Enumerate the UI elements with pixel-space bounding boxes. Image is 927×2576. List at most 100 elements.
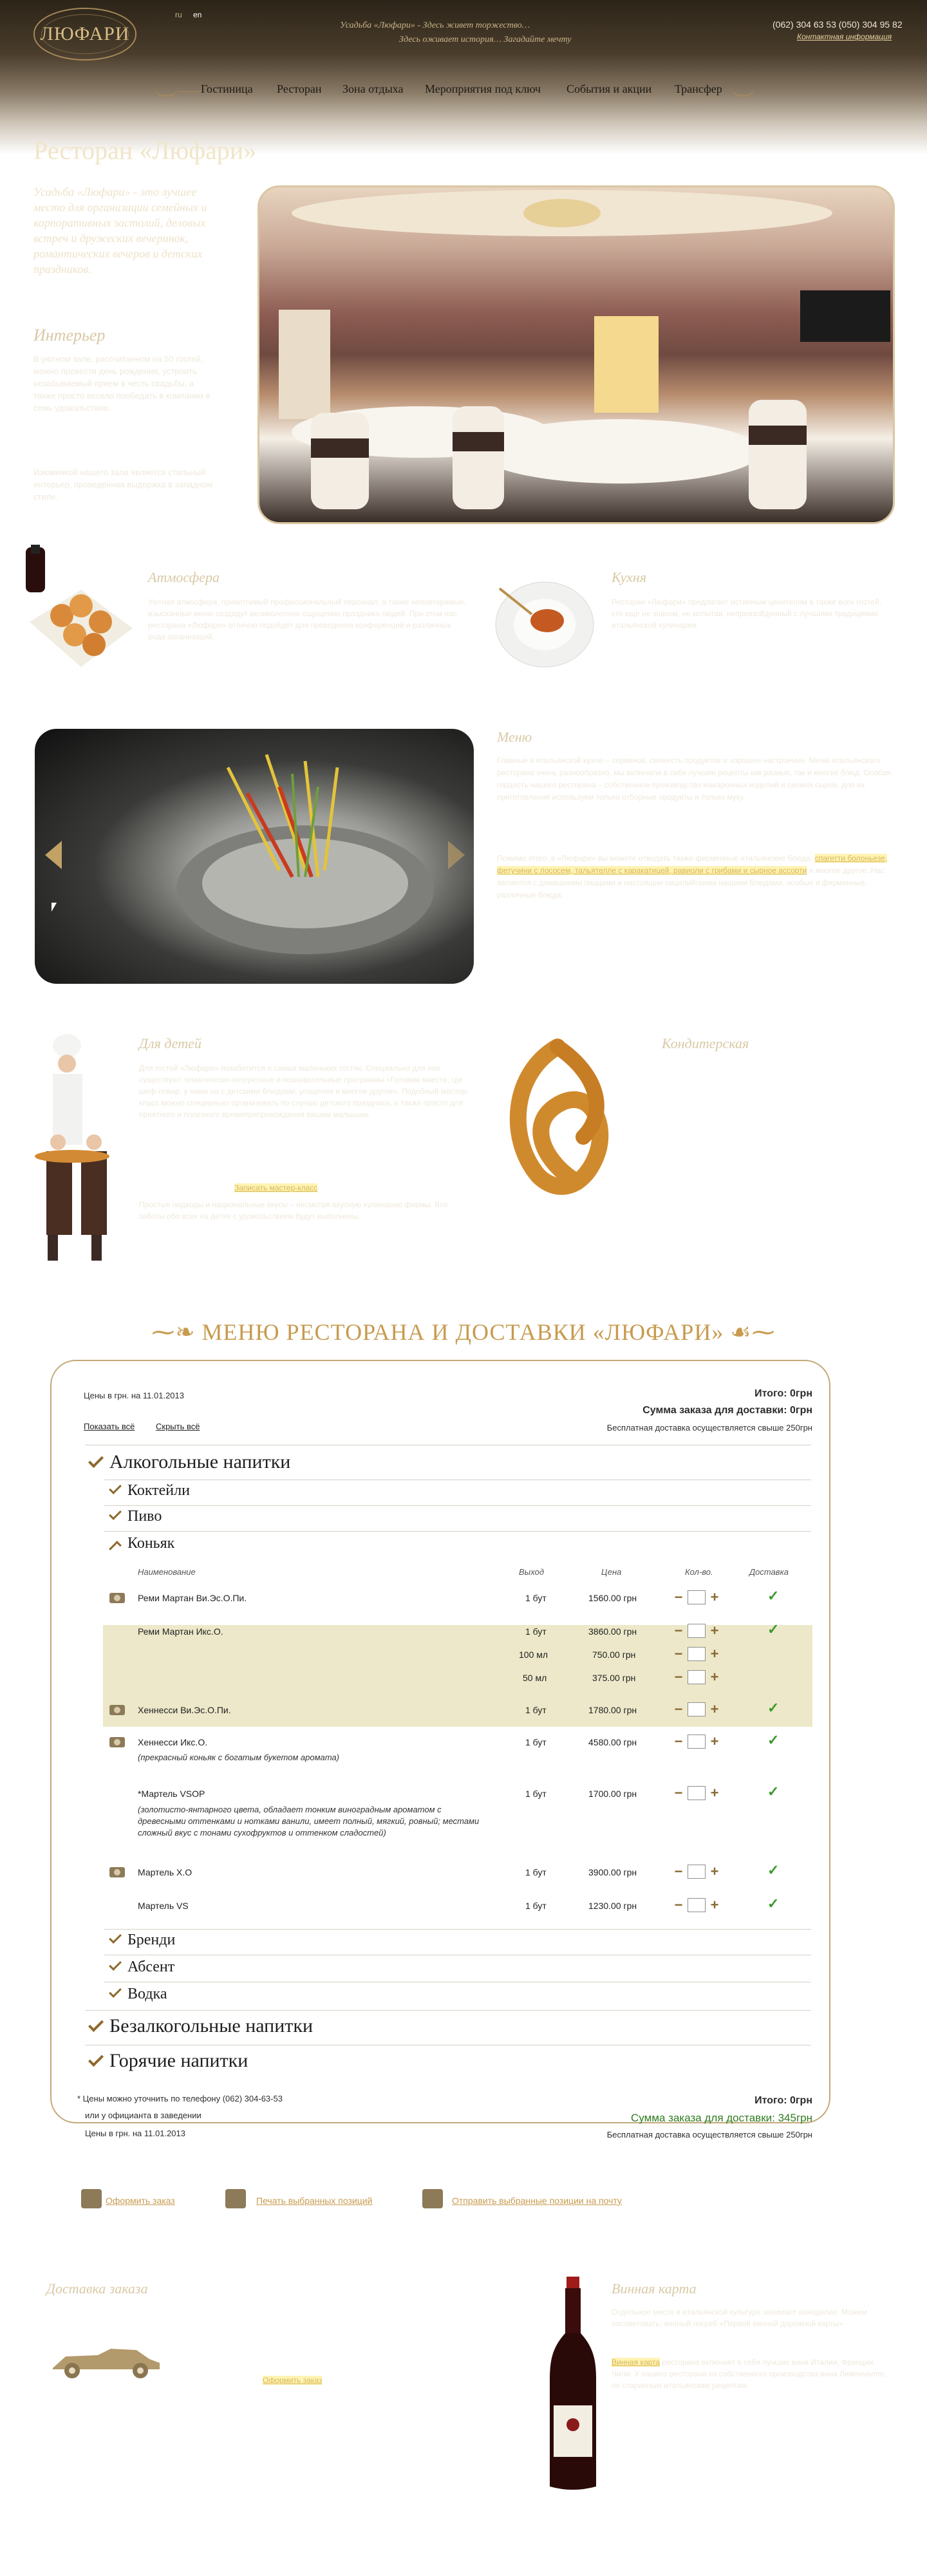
email-link[interactable]: Отправить выбранные позиции на почту — [452, 2195, 622, 2206]
item-note: (прекрасный коньяк с богатым букетом аро… — [138, 1753, 339, 1762]
item-price: 375.00 грн — [592, 1673, 636, 1683]
nav-ornament-left-icon — [154, 86, 178, 97]
photo-icon[interactable] — [109, 1705, 125, 1715]
minus-button[interactable]: − — [673, 1898, 684, 1912]
nav-item-recreation[interactable]: Зона отдыха — [342, 82, 404, 100]
minus-button[interactable]: − — [673, 1786, 684, 1800]
minus-button[interactable]: − — [673, 1670, 684, 1684]
chevron-down-icon — [109, 1985, 122, 1998]
plus-button[interactable]: + — [709, 1898, 720, 1912]
quantity-input[interactable] — [688, 1647, 706, 1661]
item-volume: 100 мл — [519, 1650, 548, 1660]
quantity-input[interactable] — [688, 1865, 706, 1879]
nav-item-hotel[interactable]: Гостиница — [201, 82, 253, 100]
minus-button[interactable]: − — [673, 1590, 684, 1604]
subcategory-cocktails[interactable]: Коктейли — [109, 1481, 190, 1500]
subcategory-absinthe[interactable]: Абсент — [109, 1958, 174, 1976]
plus-button[interactable]: + — [709, 1647, 720, 1661]
print-link[interactable]: Печать выбранных позиций — [256, 2195, 372, 2206]
minus-button[interactable]: − — [673, 1647, 684, 1661]
item-name: Хеннесси Ви.Эс.О.Пи. — [138, 1705, 231, 1715]
photo-icon[interactable] — [109, 1593, 125, 1603]
plus-button[interactable]: + — [709, 1702, 720, 1716]
delivery-check-icon: ✓ — [767, 1588, 780, 1604]
atmosphere-text: Уютная атмосфера, приветливый профессион… — [148, 597, 466, 641]
category-soft-drinks[interactable]: Безалкогольные напитки — [88, 2015, 313, 2037]
show-all-link[interactable]: Показать всё — [84, 1422, 135, 1431]
menu-title: ⁓❧ МЕНЮ РЕСТОРАНА И ДОСТАВКИ «ЛЮФАРИ» ☙⁓ — [0, 1319, 927, 1346]
column-volume: Выход — [519, 1567, 545, 1577]
quantity-input[interactable] — [688, 1735, 706, 1749]
subcategory-cocktails-label: Коктейли — [127, 1482, 190, 1499]
nav-item-transfer[interactable]: Трансфер — [675, 82, 722, 100]
divider — [104, 1505, 811, 1506]
quantity-input[interactable] — [688, 1702, 706, 1716]
menu-total: Итого: 0грн — [754, 1388, 812, 1399]
minus-button[interactable]: − — [673, 1735, 684, 1749]
wine-text-2: Винная карта ресторана включает в себя л… — [612, 2356, 888, 2391]
quantity-input[interactable] — [688, 1624, 706, 1638]
quantity-input[interactable] — [688, 1898, 706, 1912]
menu-title-ornament-right-icon: ☙⁓ — [724, 1319, 776, 1345]
kids-text-2: Простые подходы и национальные вкусы – н… — [139, 1200, 448, 1221]
quantity-stepper: − + — [673, 1702, 720, 1716]
lang-ru[interactable]: ru — [175, 10, 182, 19]
pretzel-photo — [509, 1039, 609, 1195]
plus-button[interactable]: + — [709, 1786, 720, 1800]
quantity-input[interactable] — [688, 1590, 706, 1604]
minus-button[interactable]: − — [673, 1624, 684, 1638]
subcategory-cognac-label: Коньяк — [127, 1535, 175, 1552]
photo-icon[interactable] — [109, 1867, 125, 1877]
main-nav: Гостиница Ресторан Зона отдыха Мероприят… — [154, 80, 772, 102]
chevron-down-icon — [88, 2051, 104, 2067]
menu-delivery-total: Сумма заказа для доставки: 0грн — [642, 1405, 812, 1416]
logo[interactable]: ЛЮФАРИ — [33, 8, 136, 61]
item-price: 1560.00 грн — [588, 1593, 637, 1603]
checkout-link[interactable]: Оформить заказ — [106, 2195, 175, 2206]
delivery-check-icon: ✓ — [767, 1700, 780, 1716]
subcategory-brandy[interactable]: Бренди — [109, 1931, 175, 1949]
quantity-input[interactable] — [688, 1670, 706, 1684]
footer-delivery-total: Сумма заказа для доставки: 345грн — [631, 2112, 812, 2124]
hide-all-link[interactable]: Скрыть всё — [156, 1422, 200, 1431]
menu-title-ornament-left-icon: ⁓❧ — [151, 1319, 202, 1345]
quantity-input[interactable] — [688, 1786, 706, 1800]
plus-button[interactable]: + — [709, 1735, 720, 1749]
lang-en[interactable]: en — [193, 10, 201, 19]
item-volume: 1 бут — [525, 1789, 547, 1799]
chevron-down-icon — [109, 1507, 122, 1520]
plus-button[interactable]: + — [709, 1590, 720, 1604]
subcategory-vodka[interactable]: Водка — [109, 1985, 167, 2003]
interior-title: Интерьер — [33, 326, 106, 344]
prices-date: Цены в грн. на 11.01.2013 — [84, 1391, 184, 1400]
item-name: Реми Мартан Ви.Эс.О.Пи. — [138, 1593, 247, 1603]
contacts-link[interactable]: Контактная информация — [797, 32, 892, 41]
subcategory-beer[interactable]: Пиво — [109, 1507, 162, 1525]
plus-button[interactable]: + — [709, 1670, 720, 1684]
column-qty: Кол-во. — [685, 1567, 713, 1577]
subcategory-cognac[interactable]: Коньяк — [109, 1535, 175, 1554]
minus-button[interactable]: − — [673, 1865, 684, 1879]
category-hot-drinks[interactable]: Горячие напитки — [88, 2050, 248, 2072]
delivery-order-link[interactable]: Оформить заказ — [263, 2376, 323, 2385]
footer-prices-date: Цены в грн. на 11.01.2013 — [85, 2129, 185, 2138]
pan-photo-slider[interactable] — [35, 729, 474, 984]
photo-icon[interactable] — [109, 1737, 125, 1747]
delivery-check-icon: ✓ — [767, 1783, 780, 1800]
nav-item-news[interactable]: События и акции — [566, 82, 652, 100]
minus-button[interactable]: − — [673, 1702, 684, 1716]
kids-link-text: Записать мастер-класс — [234, 1183, 318, 1192]
page-title: Ресторан «Люфари» — [33, 136, 257, 165]
slider-prev-arrow[interactable] — [45, 841, 62, 869]
plus-button[interactable]: + — [709, 1624, 720, 1638]
divider — [85, 2010, 811, 2011]
plus-button[interactable]: + — [709, 1865, 720, 1879]
kids-chefs-photo — [35, 1034, 109, 1261]
slider-next-arrow[interactable] — [448, 841, 465, 869]
wine-list-link[interactable]: Винная карта — [612, 2358, 660, 2367]
nav-item-restaurant[interactable]: Ресторан — [277, 82, 322, 100]
nav-item-events[interactable]: Мероприятия под ключ — [425, 82, 541, 100]
category-alcohol[interactable]: Алкогольные напитки — [88, 1451, 290, 1473]
kids-masterclass-link[interactable]: Записать мастер-класс — [234, 1183, 318, 1192]
footer-free-delivery: Бесплатная доставка осуществляется свыше… — [606, 2130, 812, 2139]
